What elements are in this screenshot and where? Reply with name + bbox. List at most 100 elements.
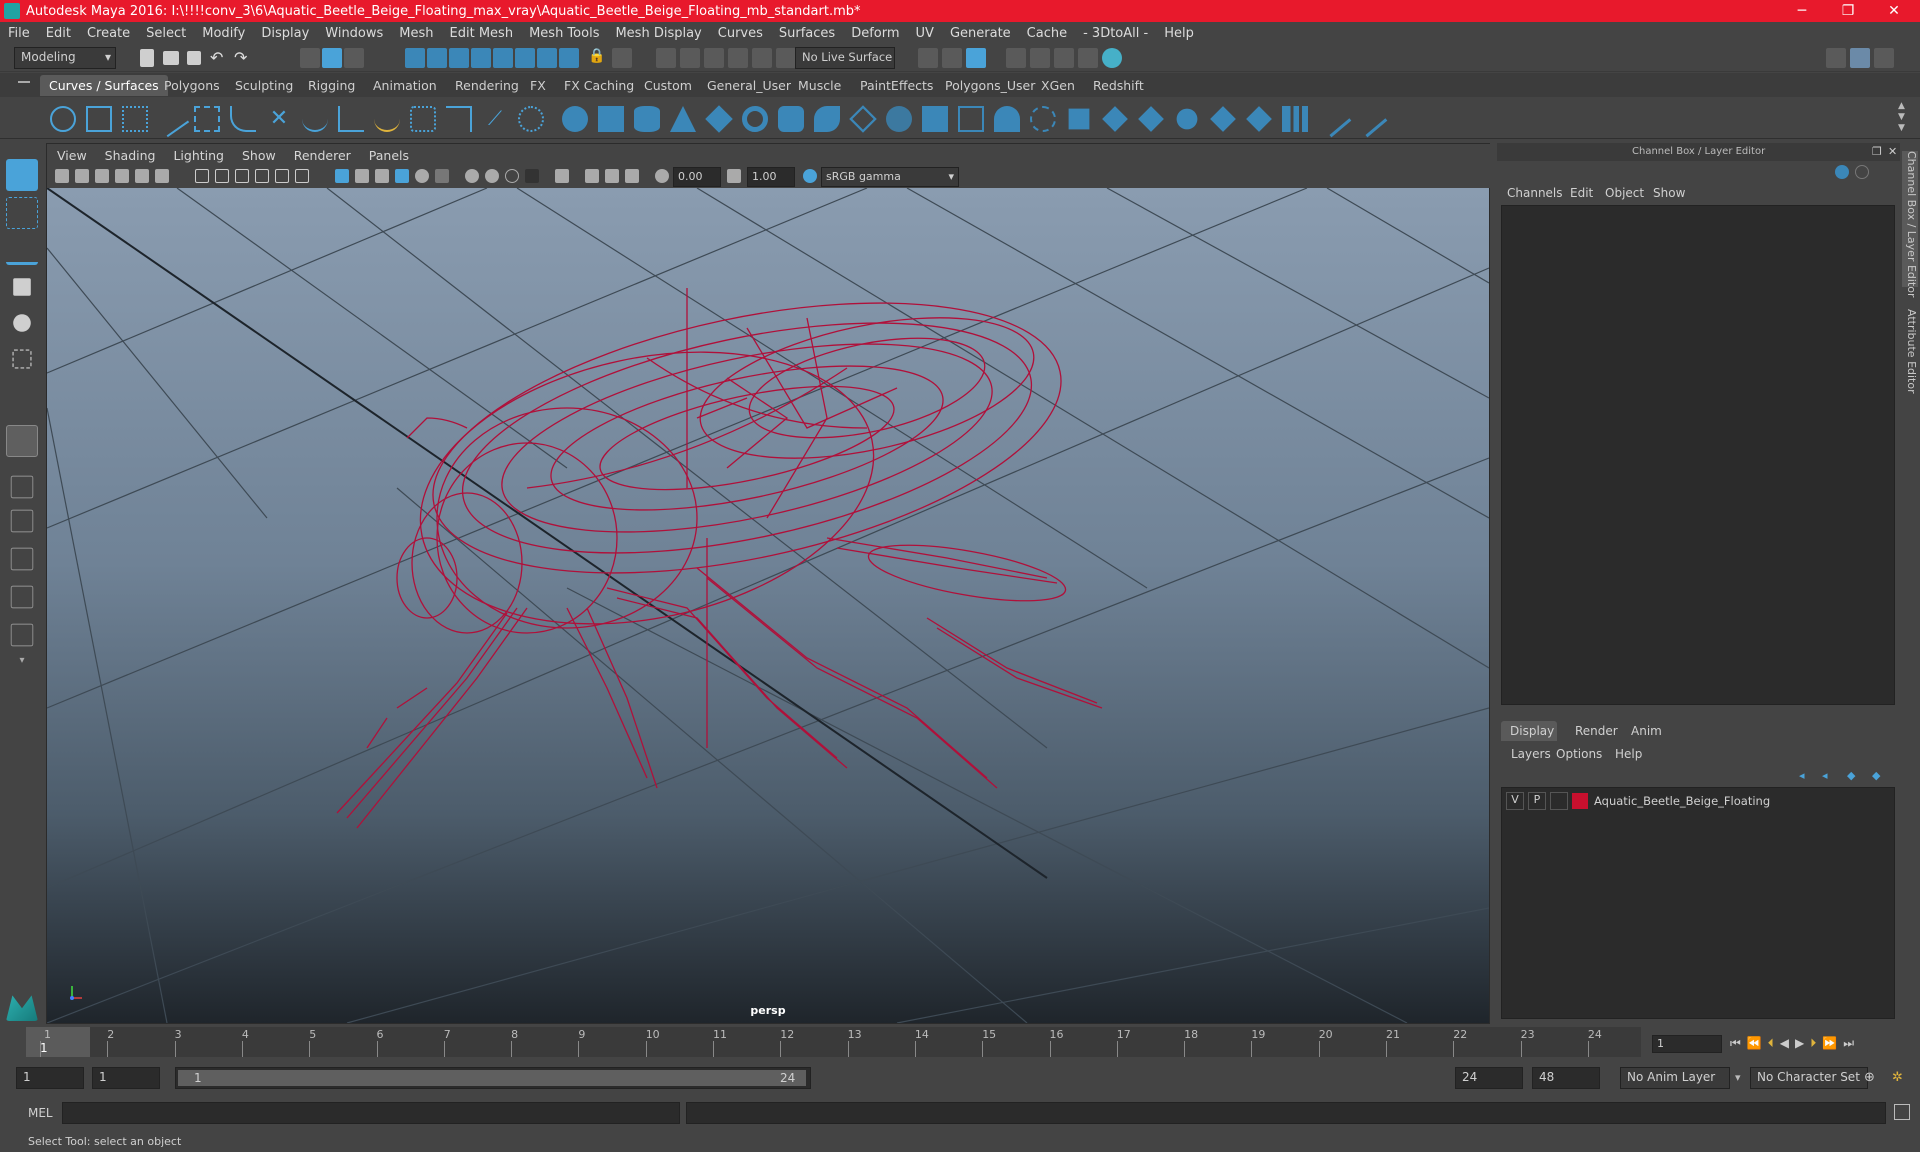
viewport-menu-show[interactable]: Show [232,148,284,163]
nurbs-torus-icon[interactable] [742,106,768,132]
bevel-icon[interactable] [1030,106,1056,132]
detach-surfaces-icon[interactable] [1138,106,1164,132]
menu-edit-mesh[interactable]: Edit Mesh [442,26,522,41]
paint-select-tool-icon[interactable] [6,233,38,265]
shelf-scroll-icon[interactable]: ▲ ▼ ▼ [1898,101,1905,134]
auto-key-icon[interactable]: ⊕ [1864,1070,1875,1085]
channels-menu[interactable]: Channels [1507,186,1563,200]
range-slider[interactable]: 1 24 [175,1067,811,1089]
scale-tool-icon[interactable] [12,349,32,369]
menu-deform[interactable]: Deform [843,26,907,41]
textured-icon[interactable] [395,169,409,183]
single-perspective-layout-icon[interactable] [6,425,38,457]
toggle-icon-2[interactable] [1855,165,1869,179]
depth-of-field-icon[interactable] [525,169,539,183]
attach-curve-icon[interactable] [338,106,364,132]
menu-modify[interactable]: Modify [194,26,253,41]
menu-edit[interactable]: Edit [38,26,79,41]
step-back-frame-icon[interactable]: ⏴ [1768,1036,1780,1050]
new-layer-selected-icon[interactable]: ◆ [1872,769,1880,782]
xray-icon[interactable] [585,169,599,183]
viewport-scene[interactable]: persp [47,188,1489,1023]
surface-fillet-icon[interactable] [1068,108,1090,130]
menu-windows[interactable]: Windows [317,26,391,41]
float-panel-icon[interactable]: ❐ [1872,145,1882,158]
layer-playback-toggle[interactable]: P [1528,792,1546,810]
insert-isoparms-icon[interactable] [1246,106,1272,132]
layer-help-menu[interactable]: Help [1615,747,1642,761]
maximize-button[interactable]: ❐ [1826,0,1870,22]
persp-outliner-layout-icon[interactable] [10,509,34,533]
show-menu[interactable]: Show [1653,186,1685,200]
playback-end-field[interactable]: 24 [1455,1067,1523,1089]
move-tool-icon[interactable] [13,278,31,296]
render-settings-icon[interactable] [1006,48,1026,68]
close-panel-icon[interactable]: ✕ [1888,145,1897,158]
image-plane-icon[interactable] [115,169,129,183]
select-tool-icon[interactable] [6,159,38,191]
channel-list[interactable] [1501,205,1895,705]
use-all-lights-icon[interactable] [415,169,429,183]
sphere-preview-icon[interactable] [1102,48,1122,68]
step-back-key-icon[interactable]: ⏪ [1747,1036,1768,1050]
menu-create[interactable]: Create [79,26,138,41]
layer-display-type[interactable] [1550,792,1568,810]
menu-select[interactable]: Select [138,26,194,41]
tab-anim[interactable]: Anim [1631,724,1662,738]
render-view-icon[interactable] [1054,48,1074,68]
minimize-button[interactable]: ─ [1780,0,1824,22]
extrude-icon[interactable] [886,106,912,132]
extend-curve-icon[interactable]: ⟋ [482,106,508,132]
menu-display[interactable]: Display [253,26,317,41]
four-view-layout-icon[interactable] [10,475,34,499]
nurbs-cube-icon[interactable] [598,106,624,132]
nurbs-circle-icon[interactable] [50,106,76,132]
tab-render[interactable]: Render [1575,724,1618,738]
snap-surface-icon[interactable] [493,48,513,68]
side-tab-attribute-editor[interactable]: Attribute Editor [1902,309,1918,394]
sculpt-geometry-icon[interactable] [1314,100,1352,138]
playback-start-field[interactable]: 1 [92,1067,160,1089]
two-d-pan-zoom-icon[interactable] [135,169,149,183]
move-layer-up-icon[interactable]: ◂ [1799,769,1805,782]
boundary-icon[interactable] [958,106,984,132]
shelf-tab-sculpting[interactable]: Sculpting [226,75,302,96]
magnet-icon[interactable] [776,48,796,68]
square-surface-icon[interactable] [994,106,1020,132]
play-backwards-icon[interactable]: ◀ [1780,1036,1795,1050]
viewport-menu-renderer[interactable]: Renderer [284,148,359,163]
lock-icon[interactable]: 🔒 [588,48,608,68]
menu-file[interactable]: File [0,26,38,41]
bookmark-icon[interactable] [95,169,109,183]
snap-face-icon[interactable] [559,48,579,68]
exposure-icon[interactable] [655,169,669,183]
shelf-tab-custom[interactable]: Custom [635,75,701,96]
history-icon[interactable] [656,48,676,68]
menu-mesh[interactable]: Mesh [391,26,441,41]
camera-select-icon[interactable] [55,169,69,183]
step-forward-frame-icon[interactable]: ⏵ [1810,1036,1822,1050]
pencil-curve-icon[interactable] [230,106,256,132]
gamma-field[interactable]: 1.00 [747,167,795,187]
safe-action-icon[interactable] [295,169,309,183]
select-by-component-icon[interactable] [344,48,364,68]
select-by-object-icon[interactable] [322,48,342,68]
anim-layer-dropdown[interactable]: No Anim Layer [1620,1067,1730,1089]
arc-curve-icon[interactable] [302,106,328,132]
shelf-tab-polygons-user[interactable]: Polygons_User [936,75,1044,96]
render-region-icon[interactable] [918,48,938,68]
move-layer-down-icon[interactable]: ◂ [1822,769,1828,782]
open-scene-icon[interactable] [163,51,179,65]
menu-uv[interactable]: UV [908,26,942,41]
shelf-tab-polygons[interactable]: Polygons [155,75,229,96]
shelf-tab-redshift[interactable]: Redshift [1084,75,1153,96]
grease-pencil-icon[interactable] [155,169,169,183]
attach-surfaces-icon[interactable] [1102,106,1128,132]
insert-knot-icon[interactable] [446,106,472,132]
ipr-render-icon[interactable] [966,48,986,68]
workspace-icon-2[interactable] [1850,48,1870,68]
xray-joints-icon[interactable] [605,169,619,183]
options-menu[interactable]: Options [1556,747,1602,761]
output-ops-icon[interactable] [704,48,724,68]
hypershade-layout-icon[interactable] [10,623,34,647]
